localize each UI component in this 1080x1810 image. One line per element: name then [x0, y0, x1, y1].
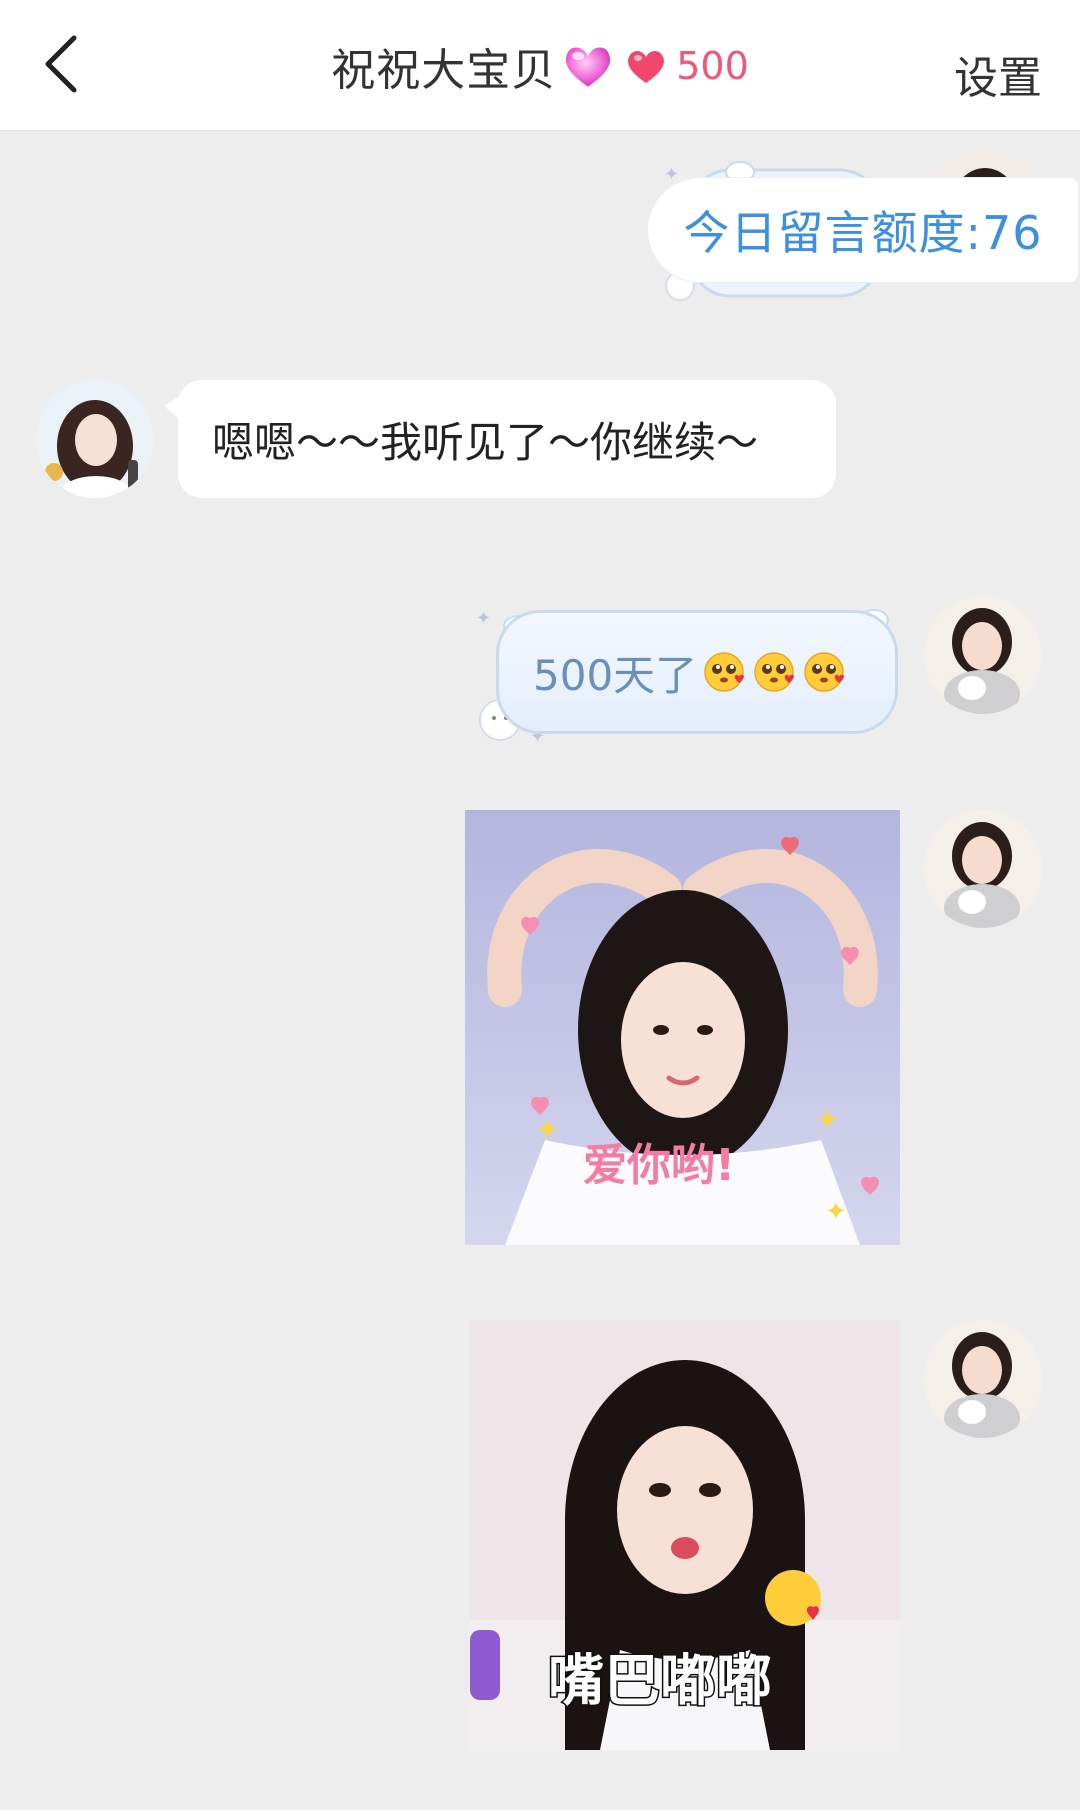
chat-title: 祝祝大宝贝 500: [0, 36, 1080, 96]
svg-text:✦: ✦: [535, 1113, 560, 1148]
outgoing-message[interactable]: 500天了: [496, 610, 898, 734]
quota-text: 今日留言额度:76: [683, 206, 1043, 260]
red-heart-icon: [628, 51, 665, 83]
photo-message[interactable]: 嘴巴嘟嘟: [470, 1320, 900, 1750]
photo-message[interactable]: ✦ ✦ ✦ 爱你哟!: [465, 810, 900, 1245]
svg-text:✦: ✦: [815, 1103, 840, 1138]
intimacy-count: 500: [676, 44, 749, 88]
photo-caption: 嘴巴嘟嘟: [548, 1649, 772, 1714]
my-avatar[interactable]: [924, 596, 1042, 714]
contact-avatar[interactable]: [36, 380, 154, 498]
contact-name: 祝祝大宝贝: [331, 45, 557, 96]
quota-notice: 今日留言额度:76: [648, 178, 1078, 282]
incoming-message[interactable]: 嗯嗯～～我听见了～你继续～: [164, 380, 836, 498]
chat-header: 祝祝大宝贝 500 设置: [0, 0, 1080, 131]
my-avatar[interactable]: [924, 810, 1042, 928]
pleading-face-with-hearts-icon: [804, 652, 845, 692]
svg-text:✦: ✦: [664, 164, 679, 185]
photo-caption: 爱你哟!: [583, 1140, 735, 1191]
outgoing-message-text: 500天了: [533, 650, 698, 700]
my-avatar[interactable]: [924, 1320, 1042, 1438]
pleading-face-with-hearts-icon: [754, 652, 795, 692]
svg-text:✦: ✦: [476, 608, 491, 629]
pink-heart-icon: [564, 45, 613, 90]
settings-button[interactable]: 设置: [954, 42, 1042, 106]
svg-text:✦: ✦: [825, 1197, 847, 1227]
pleading-face-with-hearts-icon: [704, 652, 745, 692]
incoming-message-text: 嗯嗯～～我听见了～你继续～: [212, 417, 759, 467]
